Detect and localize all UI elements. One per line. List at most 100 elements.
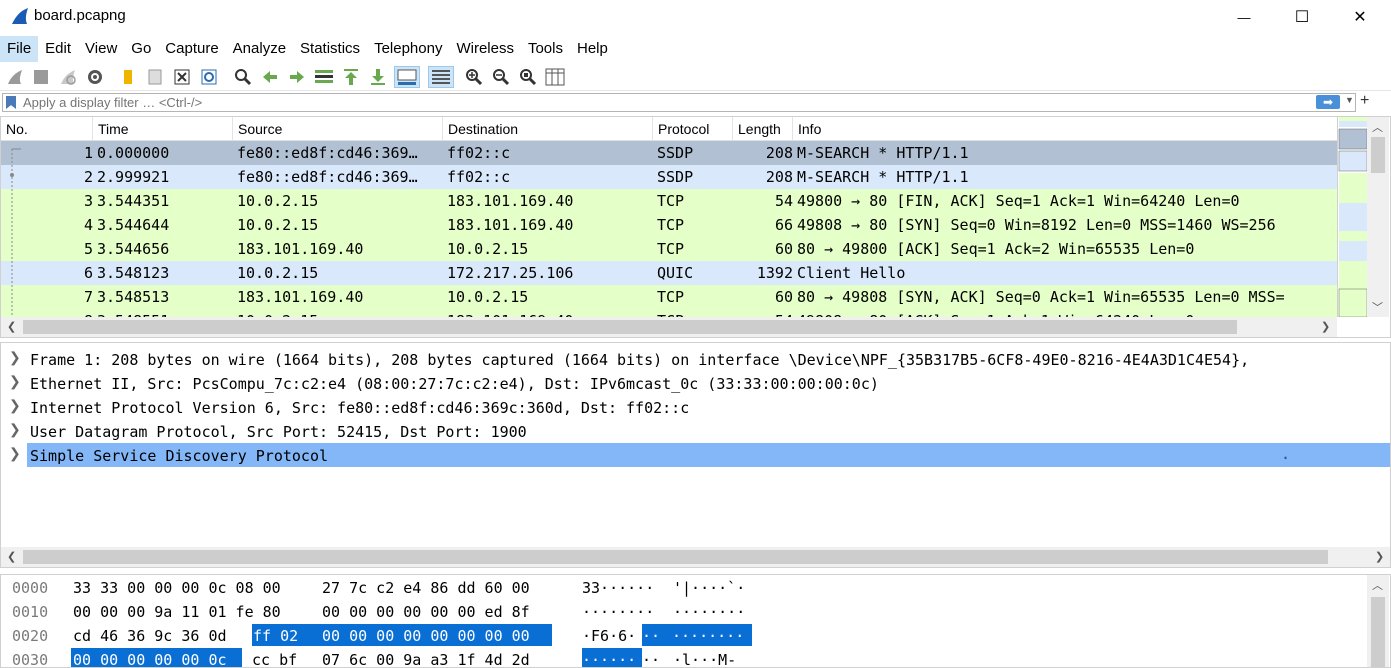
display-filter-input[interactable] <box>23 95 1303 110</box>
ascii-bytes[interactable]: ········ <box>673 600 745 622</box>
minimize-button[interactable]: — <box>1215 0 1273 34</box>
column-header-source[interactable]: Source <box>233 117 443 141</box>
expand-chevron-icon[interactable]: ❯ <box>9 397 21 414</box>
autoscroll-icon[interactable] <box>394 66 420 88</box>
go-to-packet-icon[interactable] <box>313 66 335 88</box>
expand-chevron-icon[interactable]: ❯ <box>9 445 21 462</box>
ascii-bytes[interactable]: ·· <box>642 648 660 667</box>
packet-row[interactable]: 83.54855110.0.2.15183.101.169.40TCP54498… <box>1 309 1337 317</box>
zoom-normal-icon[interactable] <box>517 66 539 88</box>
hex-bytes[interactable]: 27 7c c2 e4 86 dd 60 00 <box>322 576 530 598</box>
menu-telephony[interactable]: Telephony <box>367 36 449 62</box>
scroll-left-icon[interactable]: ❮ <box>7 320 16 333</box>
menu-capture[interactable]: Capture <box>158 36 225 62</box>
column-header-info[interactable]: Info <box>793 117 1337 141</box>
save-file-icon[interactable] <box>144 66 166 88</box>
ascii-bytes[interactable]: ········ <box>582 600 654 622</box>
close-file-icon[interactable] <box>171 66 193 88</box>
hex-bytes[interactable]: 00 00 00 9a 11 01 fe 80 <box>73 600 281 622</box>
packet-row[interactable]: 2 2.999921 fe80::ed8f:cd46:369… ff02::c SSDP… <box>1 165 1337 189</box>
hex-bytes[interactable]: cd 46 36 9c 36 0d <box>73 624 227 646</box>
menu-statistics[interactable]: Statistics <box>293 36 367 62</box>
column-header-destination[interactable]: Destination <box>443 117 653 141</box>
packet-row[interactable]: 4 3.544644 10.0.2.15 183.101.169.40 TCP 66 498… <box>1 213 1337 237</box>
scroll-right-icon[interactable]: ❯ <box>1321 320 1330 333</box>
bytes-row[interactable]: 0030 00 00 00 00 00 0c cc bf 07 6c 00 9a… <box>1 647 1361 667</box>
menu-edit[interactable]: Edit <box>38 36 78 62</box>
zoom-in-icon[interactable] <box>463 66 485 88</box>
go-forward-icon[interactable] <box>286 66 308 88</box>
packet-list-vertical-scrollbar[interactable]: ︿ ﹀ <box>1367 117 1389 317</box>
ascii-bytes-highlighted[interactable]: ········ <box>662 624 752 646</box>
restart-icon[interactable] <box>57 66 79 88</box>
hex-bytes[interactable]: 07 6c 00 9a a3 1f 4d 2d <box>322 648 530 667</box>
ascii-bytes[interactable]: ·F6·6· <box>582 624 636 646</box>
expand-chevron-icon[interactable]: ❯ <box>9 421 21 438</box>
bookmark-icon[interactable] <box>6 96 16 109</box>
packet-list-vscroll-thumb[interactable] <box>1371 137 1385 173</box>
column-header-protocol[interactable]: Protocol <box>653 117 733 141</box>
maximize-button[interactable]: ☐ <box>1273 0 1331 34</box>
packet-row[interactable]: 3 3.544351 10.0.2.15 183.101.169.40 TCP 54 498… <box>1 189 1337 213</box>
colorize-icon[interactable] <box>428 66 454 88</box>
bytes-vscroll-thumb[interactable] <box>1371 597 1385 667</box>
go-last-icon[interactable] <box>367 66 389 88</box>
packet-row[interactable]: 5 3.544656 183.101.169.40 10.0.2.15 TCP 60 80 … <box>1 237 1337 261</box>
detail-row-ipv6[interactable]: ❯ Internet Protocol Version 6, Src: fe80… <box>1 395 1390 419</box>
close-button[interactable]: ✕ <box>1331 0 1389 34</box>
details-horizontal-scrollbar[interactable]: ❮ ❯ <box>1 547 1390 567</box>
hex-bytes[interactable]: cc bf <box>252 648 297 667</box>
packet-list-horizontal-scrollbar[interactable]: ❮ ❯ <box>1 317 1337 337</box>
detail-row-ethernet[interactable]: ❯ Ethernet II, Src: PcsCompu_7c:c2:e4 (0… <box>1 371 1390 395</box>
column-header-time[interactable]: Time <box>93 117 233 141</box>
ascii-bytes-highlighted[interactable]: ······ <box>582 648 642 667</box>
menu-analyze[interactable]: Analyze <box>226 36 293 62</box>
apply-filter-arrow-icon[interactable]: ➡ <box>1316 95 1340 109</box>
packet-row[interactable]: 1 0.000000 fe80::ed8f:cd46:369… ff02::c SSDP… <box>1 141 1337 165</box>
menu-go[interactable]: Go <box>124 36 158 62</box>
detail-row-ssdp-selected[interactable]: ❯ Simple Service Discovery Protocol . <box>1 443 1390 467</box>
hex-bytes-highlighted[interactable]: 00 00 00 00 00 00 00 00 <box>304 624 552 646</box>
stop-icon[interactable] <box>30 66 52 88</box>
scroll-right-icon[interactable]: ❯ <box>1375 550 1384 563</box>
menu-wireless[interactable]: Wireless <box>449 36 521 62</box>
column-header-length[interactable]: Length <box>733 117 793 141</box>
detail-row-frame[interactable]: ❯ Frame 1: 208 bytes on wire (1664 bits)… <box>1 347 1390 371</box>
packet-minimap[interactable] <box>1337 117 1368 318</box>
hex-bytes[interactable]: 00 00 00 00 00 00 ed 8f <box>322 600 530 622</box>
expand-chevron-icon[interactable]: ❯ <box>9 349 21 366</box>
scroll-down-icon[interactable]: ﹀ <box>1372 299 1383 315</box>
packet-row[interactable]: 6 3.548123 10.0.2.15 172.217.25.106 QUIC 1392… <box>1 261 1337 285</box>
ascii-bytes[interactable]: 33······ <box>582 576 654 598</box>
bytes-row[interactable]: 0020 cd 46 36 9c 36 0d ff 02 00 00 00 00… <box>1 623 1361 647</box>
options-gear-icon[interactable] <box>84 66 106 88</box>
add-filter-button-icon[interactable]: + <box>1360 92 1369 110</box>
ascii-bytes[interactable]: '|····`· <box>673 576 745 598</box>
go-first-icon[interactable] <box>340 66 362 88</box>
packet-list-hscroll-thumb[interactable] <box>23 320 1237 334</box>
menu-file[interactable]: File <box>0 36 39 62</box>
bytes-row[interactable]: 0010 00 00 00 9a 11 01 fe 80 00 00 00 00… <box>1 599 1361 623</box>
hex-bytes-highlighted[interactable]: ff 02 <box>252 624 304 646</box>
scroll-up-icon[interactable]: ︿ <box>1372 577 1383 593</box>
scroll-left-icon[interactable]: ❮ <box>7 550 16 563</box>
resize-columns-icon[interactable] <box>544 66 566 88</box>
open-folder-icon[interactable] <box>117 66 139 88</box>
column-header-no[interactable]: No. <box>1 117 93 141</box>
zoom-out-icon[interactable] <box>490 66 512 88</box>
hex-bytes[interactable]: 33 33 00 00 00 0c 08 00 <box>73 576 281 598</box>
menu-help[interactable]: Help <box>570 36 615 62</box>
shark-fin-start-icon[interactable] <box>4 66 26 88</box>
filter-history-dropdown-icon[interactable]: ▼ <box>1345 95 1354 105</box>
go-back-icon[interactable] <box>259 66 281 88</box>
menu-tools[interactable]: Tools <box>521 36 570 62</box>
bytes-row[interactable]: 0000 33 33 00 00 00 0c 08 00 27 7c c2 e4… <box>1 575 1361 599</box>
bytes-vertical-scrollbar[interactable]: ︿ <box>1367 575 1389 667</box>
expand-chevron-icon[interactable]: ❯ <box>9 373 21 390</box>
find-magnifier-icon[interactable] <box>232 66 254 88</box>
reload-icon[interactable] <box>198 66 220 88</box>
details-hscroll-thumb[interactable] <box>23 550 1328 564</box>
ascii-bytes-highlighted[interactable]: ·· <box>642 624 662 646</box>
detail-row-udp[interactable]: ❯ User Datagram Protocol, Src Port: 5241… <box>1 419 1390 443</box>
packet-row[interactable]: 7 3.548513 183.101.169.40 10.0.2.15 TCP 60 80 … <box>1 285 1337 309</box>
